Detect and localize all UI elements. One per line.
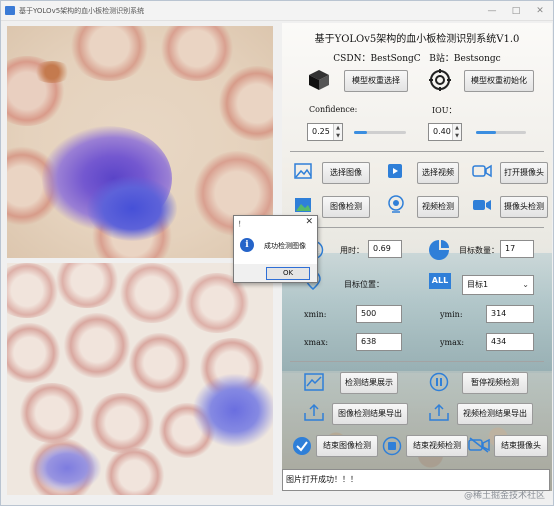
author-line: CSDN：BestSongC B站：Bestsongc — [282, 51, 552, 64]
chevron-down-icon: ⌄ — [522, 280, 529, 289]
count-label: 目标数量： — [459, 246, 499, 255]
open-camera-button[interactable]: 打开摄像头 — [500, 162, 548, 184]
confidence-value: 0.25 — [312, 127, 330, 136]
spin-arrows[interactable]: ▲ ▼ — [333, 124, 342, 140]
select-video-button[interactable]: 选择视频 — [417, 162, 459, 184]
divider — [290, 227, 544, 228]
window-title: 基于YOLOv5架构的血小板检测识别系统 — [19, 7, 145, 15]
ymax-label: ymax: — [440, 338, 465, 347]
check-circle-icon — [293, 437, 311, 455]
time-field: 0.69 — [368, 240, 402, 258]
export-video-button[interactable]: 视频检测结果导出 — [457, 403, 533, 425]
image-icon — [294, 163, 312, 179]
xmax-label: xmax: — [304, 338, 329, 347]
info-icon: i — [240, 238, 254, 252]
init-weights-button[interactable]: 模型权重初始化 — [464, 70, 534, 92]
app-window: 基于YOLOv5架构的血小板检测识别系统 — □ ✕ 基于YOLOv5架构的血小… — [0, 0, 554, 506]
xmax-field: 638 — [356, 333, 402, 351]
select-image-button[interactable]: 选择图像 — [322, 162, 370, 184]
camera-detect-button[interactable]: 摄像头检测 — [500, 196, 548, 218]
cube-icon — [309, 70, 329, 90]
webcam-icon — [388, 195, 404, 213]
export-image-button[interactable]: 图像检测结果导出 — [332, 403, 408, 425]
csdn-value: BestSongC — [370, 54, 421, 64]
bili-label: B站： — [429, 54, 454, 64]
iou-spinbox[interactable]: 0.40 ▲ ▼ — [428, 123, 462, 141]
xmin-field: 500 — [356, 305, 402, 323]
control-panel: 基于YOLOv5架构的血小板检测识别系统V1.0 CSDN：BestSongC … — [282, 23, 552, 491]
video-detect-button[interactable]: 视频检测 — [417, 196, 459, 218]
iou-slider[interactable] — [476, 131, 526, 134]
spin-arrows[interactable]: ▲ ▼ — [452, 124, 461, 140]
line-chart-icon — [304, 373, 324, 391]
dialog-body: i 成功检测图像 — [234, 231, 317, 266]
info-dialog: ！ ✕ i 成功检测图像 OK — [233, 215, 318, 283]
show-results-button[interactable]: 检测结果展示 — [340, 372, 398, 394]
position-label: 目标位置： — [344, 280, 384, 289]
video-file-icon — [388, 164, 402, 178]
upload-icon — [304, 403, 324, 421]
dialog-title: ！ — [238, 220, 245, 228]
all-icon: ALL — [429, 273, 451, 289]
image-detect-icon — [295, 198, 311, 212]
bili-value: Bestsongc — [453, 54, 501, 64]
dialog-close-icon[interactable]: ✕ — [305, 217, 313, 227]
pause-icon — [429, 372, 449, 392]
pie-chart-icon — [429, 240, 449, 260]
divider — [290, 151, 544, 152]
end-camera-button[interactable]: 结束摄像头 — [494, 435, 548, 457]
camera-icon — [472, 164, 492, 178]
confidence-label: Confidence: — [309, 105, 358, 114]
csdn-label: CSDN： — [333, 54, 371, 64]
divider — [290, 361, 544, 362]
camera-detect-icon — [473, 200, 491, 210]
target-select[interactable]: 目标1 ⌄ — [462, 275, 534, 295]
close-button[interactable]: ✕ — [529, 2, 551, 20]
camera-off-icon — [468, 437, 490, 453]
image-detect-button[interactable]: 图像检测 — [322, 196, 370, 218]
end-video-detect-button[interactable]: 结束视频检测 — [406, 435, 468, 457]
ymin-field: 314 — [486, 305, 534, 323]
ymin-label: ymin: — [440, 310, 463, 319]
target-select-value: 目标1 — [467, 280, 489, 289]
maximize-button[interactable]: □ — [505, 2, 527, 20]
dialog-title-bar: ！ ✕ — [234, 216, 317, 231]
time-label: 用时： — [340, 246, 364, 255]
select-weights-button[interactable]: 模型权重选择 — [344, 70, 408, 92]
iou-slider-fill — [476, 131, 496, 134]
iou-value: 0.40 — [433, 127, 451, 136]
confidence-slider-fill — [354, 131, 367, 134]
ymax-field: 434 — [486, 333, 534, 351]
xmin-label: xmin: — [304, 310, 327, 319]
minimize-button[interactable]: — — [481, 2, 503, 20]
title-bar: 基于YOLOv5架构的血小板检测识别系统 — □ ✕ — [1, 1, 553, 21]
app-heading: 基于YOLOv5架构的血小板检测识别系统V1.0 — [314, 34, 520, 45]
dialog-message: 成功检测图像 — [264, 242, 306, 250]
app-icon — [5, 6, 15, 15]
iou-label: IOU： — [432, 106, 457, 115]
upload-video-icon — [429, 403, 449, 421]
watermark: @稀土掘金技术社区 — [463, 491, 545, 501]
result-image-view — [7, 263, 273, 495]
stop-circle-icon — [382, 436, 402, 456]
dialog-footer: OK — [234, 264, 317, 282]
target-gear-icon — [429, 69, 451, 91]
end-image-detect-button[interactable]: 结束图像检测 — [316, 435, 378, 457]
confidence-spinbox[interactable]: 0.25 ▲ ▼ — [307, 123, 343, 141]
ok-button[interactable]: OK — [266, 267, 310, 280]
count-field: 17 — [500, 240, 534, 258]
pause-video-button[interactable]: 暂停视频检测 — [462, 372, 528, 394]
confidence-slider[interactable] — [354, 131, 406, 134]
